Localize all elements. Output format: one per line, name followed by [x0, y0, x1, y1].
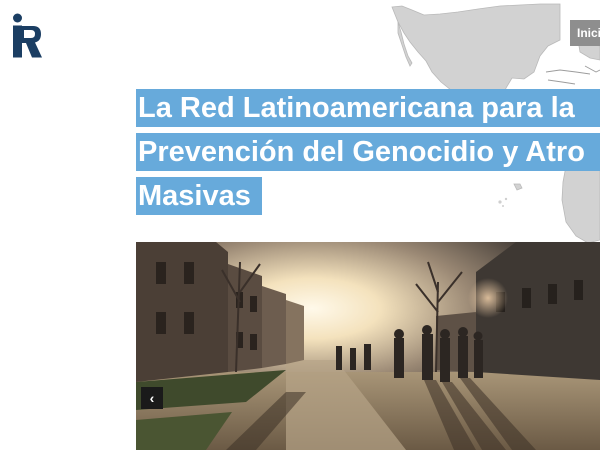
nav-inicio-button[interactable]: Inici — [570, 20, 600, 46]
title-line-3: Masivas — [136, 177, 262, 215]
chevron-left-icon: ‹ — [149, 390, 155, 406]
logo[interactable] — [12, 13, 42, 59]
title-line-2: Prevención del Genocidio y Atro — [136, 133, 600, 171]
slider-prev-button[interactable]: ‹ — [141, 387, 163, 409]
title-line-1: La Red Latinoamericana para la — [136, 89, 600, 127]
slider-image — [136, 242, 600, 450]
